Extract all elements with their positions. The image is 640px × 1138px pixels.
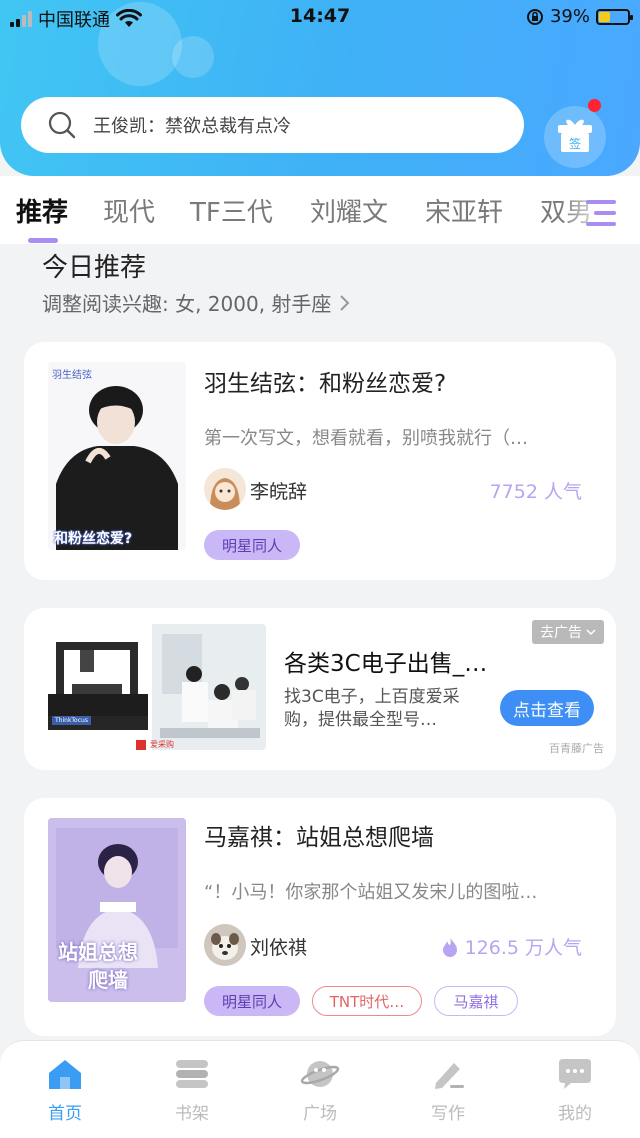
notification-dot	[588, 99, 601, 112]
tab-songyaxuan[interactable]: 宋亚轩	[425, 192, 503, 229]
popularity-count: 126.5 万人气	[464, 937, 582, 959]
popularity-count: 7752 人气	[489, 481, 582, 503]
book-description: “！小马！你家那个站姐又发宋儿的图啦…	[204, 882, 538, 903]
bottom-nav: 首页 书架 广场 写作 我的	[0, 1040, 640, 1138]
ad-image: ThinkTocus 爱采购	[42, 624, 266, 750]
nav-label: 书架	[175, 1104, 209, 1124]
nav-label: 写作	[431, 1104, 465, 1124]
nav-label: 我的	[558, 1104, 592, 1124]
tab-recommend[interactable]: 推荐	[16, 192, 68, 229]
battery-percent: 39%	[549, 6, 590, 27]
search-placeholder: 王俊凯：禁欲总裁有点冷	[93, 116, 291, 137]
nav-profile[interactable]: 我的	[535, 1057, 615, 1124]
nav-label: 首页	[48, 1104, 82, 1124]
nav-square[interactable]: 广场	[280, 1057, 360, 1124]
tab-liuyaowen[interactable]: 刘耀文	[310, 192, 388, 229]
nav-label: 广场	[303, 1104, 337, 1124]
battery-fill	[599, 11, 610, 22]
book-card[interactable]: 羽生结弦 和粉丝恋爱? 羽生结弦：和粉丝恋爱? 第一次写文，想看就看，别喷我就行…	[24, 342, 616, 580]
book-tag[interactable]: TNT时代…	[312, 986, 422, 1016]
author-avatar	[204, 924, 246, 966]
ad-source: 百青藤广告	[549, 742, 604, 755]
status-right: 39%	[526, 6, 633, 27]
ad-logo-label: 爱采购	[150, 740, 174, 749]
planet-icon	[300, 1061, 340, 1087]
battery-icon	[596, 8, 633, 25]
remove-ad-label: 去广告	[540, 625, 582, 641]
nav-write[interactable]: 写作	[408, 1057, 488, 1124]
bookshelf-icon	[176, 1060, 208, 1088]
tabs-menu-icon[interactable]	[584, 200, 616, 230]
popularity: 126.5 万人气	[441, 933, 582, 960]
ad-card[interactable]: ThinkTocus 爱采购 去广告 各类3C电子出售_… 找3C电子，上百度爱…	[24, 608, 616, 770]
book-card[interactable]: 站姐总想 爬墙 马嘉祺：站姐总想爬墙 “！小马！你家那个站姐又发宋儿的图啦… 刘…	[24, 798, 616, 1036]
author-avatar	[204, 468, 246, 510]
ad-machine-label: ThinkTocus	[52, 716, 91, 725]
checkin-label: 签	[569, 136, 581, 151]
search-icon	[48, 111, 76, 139]
cover-text-top: 站姐总想	[58, 940, 138, 964]
book-tag[interactable]: 明星同人	[204, 986, 300, 1016]
book-tag[interactable]: 明星同人	[204, 530, 300, 560]
chevron-down-icon	[586, 629, 596, 636]
tab-modern[interactable]: 现代	[103, 192, 155, 229]
book-cover: 站姐总想 爬墙	[48, 818, 186, 1002]
category-tabs: 推荐 现代 TF三代 刘耀文 宋亚轩 双男	[0, 176, 640, 244]
pen-icon	[435, 1063, 464, 1089]
home-icon	[49, 1060, 81, 1089]
book-tag[interactable]: 马嘉祺	[434, 986, 518, 1016]
nav-bookshelf[interactable]: 书架	[152, 1057, 232, 1124]
preferences-text: 调整阅读兴趣: 女, 2000, 射手座	[42, 292, 332, 316]
cover-art	[48, 362, 186, 550]
search-input[interactable]: 王俊凯：禁欲总裁有点冷	[21, 97, 524, 153]
book-title: 马嘉祺：站姐总想爬墙	[204, 825, 434, 851]
book-title: 羽生结弦：和粉丝恋爱?	[204, 371, 447, 397]
nav-home[interactable]: 首页	[25, 1057, 105, 1124]
author-name: 刘依祺	[250, 937, 308, 959]
reading-preferences-link[interactable]: 调整阅读兴趣: 女, 2000, 射手座	[42, 288, 353, 317]
ad-title: 各类3C电子出售_…	[284, 651, 488, 677]
chevron-right-icon	[340, 294, 350, 311]
active-tab-indicator	[28, 238, 58, 243]
section-title: 今日推荐	[42, 253, 147, 283]
book-description: 第一次写文，想看就看，别喷我就行（…	[204, 428, 528, 449]
gift-icon: 签	[558, 119, 592, 152]
ad-view-button[interactable]: 点击查看	[500, 690, 594, 726]
chat-bubble-icon	[559, 1059, 591, 1089]
fire-icon	[442, 936, 457, 957]
status-bar: 中国联通 14:47 39%	[0, 0, 640, 34]
decor-bubble	[172, 36, 214, 78]
remove-ad-button[interactable]: 去广告	[532, 620, 604, 644]
popularity: 7752 人气	[490, 477, 582, 504]
cover-text-top: 羽生结弦	[52, 370, 92, 381]
checkin-button[interactable]: 签	[544, 106, 606, 168]
cover-text-bottom: 和粉丝恋爱?	[54, 531, 133, 547]
rotation-lock-icon	[526, 8, 543, 25]
cover-text-bottom: 爬墙	[88, 968, 128, 992]
book-cover: 羽生结弦 和粉丝恋爱?	[48, 362, 186, 550]
tab-tf3[interactable]: TF三代	[190, 192, 273, 229]
author-name: 李皖辞	[250, 481, 308, 503]
ad-description: 找3C电子，上百度爱采购，提供最全型号…	[284, 687, 460, 730]
